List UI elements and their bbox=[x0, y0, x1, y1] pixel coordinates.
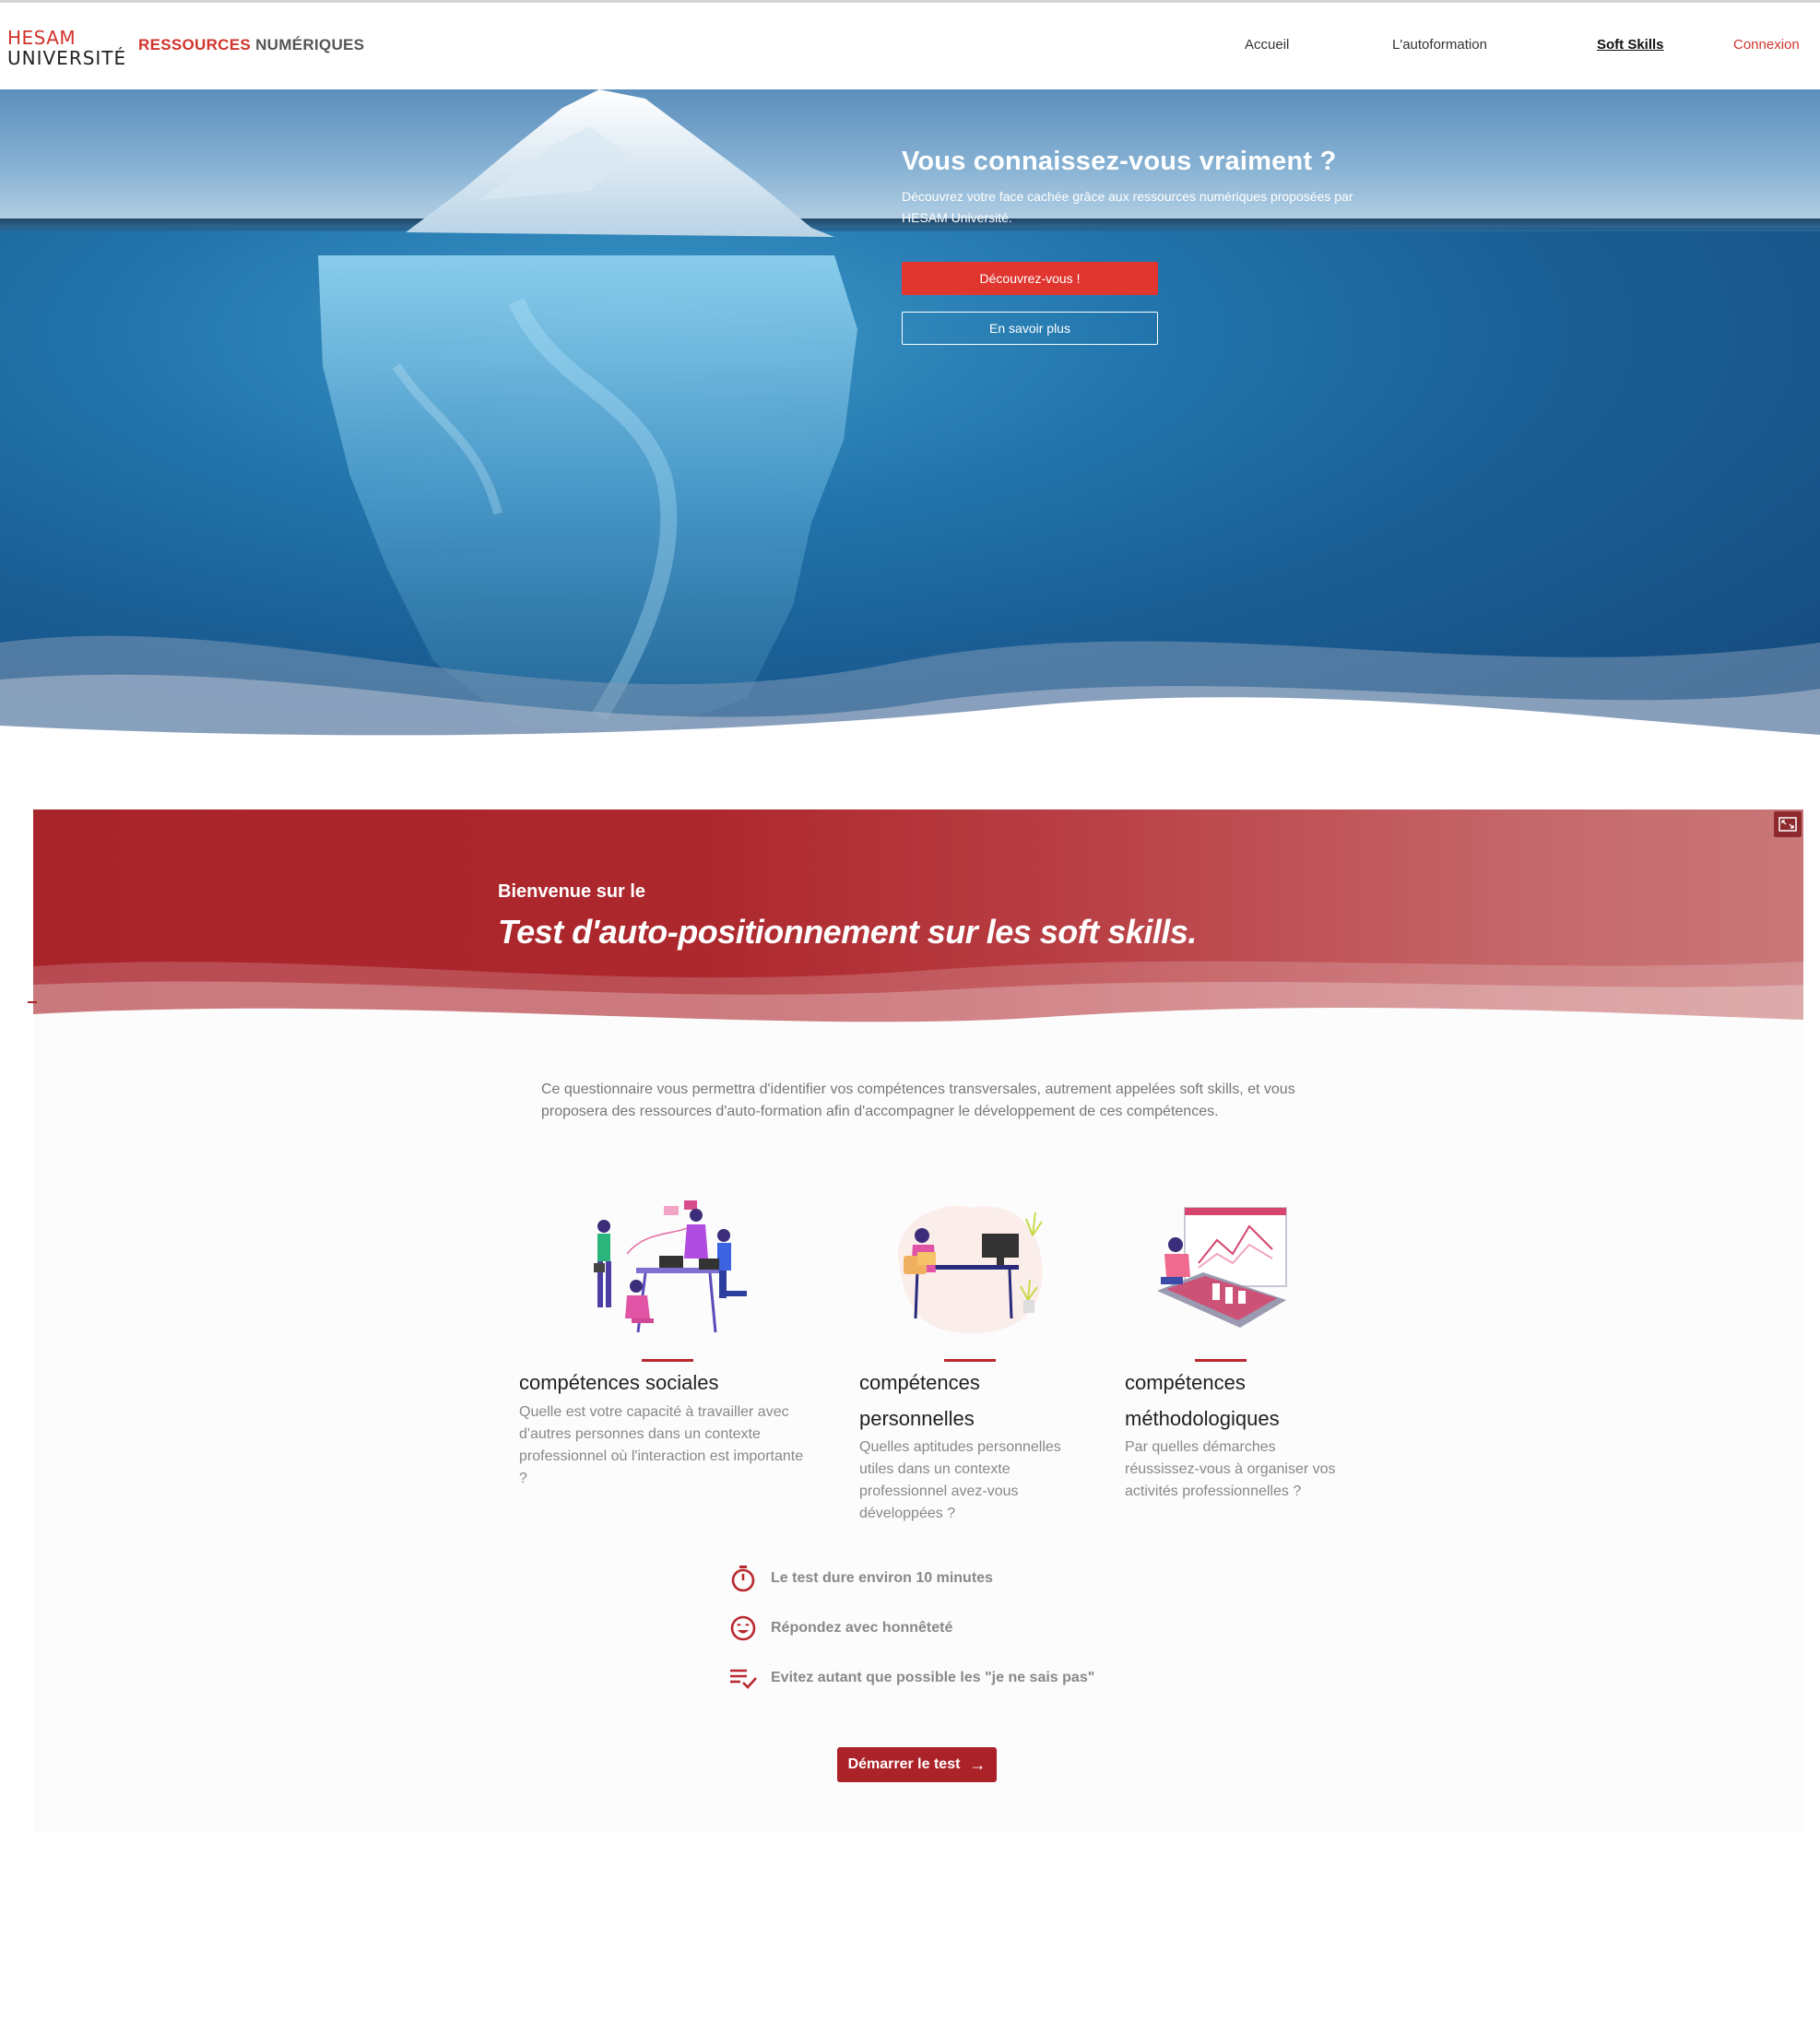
nav-autoformation[interactable]: L'autoformation bbox=[1392, 37, 1487, 53]
desk-illustration-icon bbox=[897, 1206, 1043, 1334]
site-brand[interactable]: RESSOURCES NUMÉRIQUES bbox=[138, 36, 364, 54]
rule-avoid-unknown: Evitez autant que possible les "je ne sa… bbox=[728, 1661, 1094, 1695]
hero-text: Vous connaissez-vous vraiment ? Découvre… bbox=[902, 147, 1418, 229]
skill-desc-personal: Quelles aptitudes personnelles utiles da… bbox=[859, 1439, 1061, 1521]
skill-title-personal: compétences personnelles bbox=[859, 1371, 980, 1430]
arrow-right-icon: → bbox=[969, 1755, 987, 1774]
analytics-illustration-icon bbox=[1157, 1207, 1287, 1328]
brand-word-1: RESSOURCES bbox=[138, 36, 252, 53]
quiz-intro: Ce questionnaire vous permettra d'identi… bbox=[541, 1081, 1295, 1119]
nav-accueil[interactable]: Accueil bbox=[1245, 37, 1289, 53]
rule-text-honesty: Répondez avec honnêteté bbox=[771, 1620, 953, 1636]
start-test-button[interactable]: Démarrer le test → bbox=[837, 1747, 997, 1782]
skill-divider-1 bbox=[642, 1359, 693, 1362]
team-illustration-icon bbox=[594, 1200, 747, 1333]
discover-button[interactable]: Découvrez-vous ! bbox=[902, 262, 1158, 295]
skill-title-social: compétences sociales bbox=[519, 1371, 719, 1394]
hero-section: Vous connaissez-vous vraiment ? Découvre… bbox=[0, 89, 1820, 753]
skill-desc-methodological: Par quelles démarches réussissez-vous à … bbox=[1125, 1439, 1336, 1499]
fullscreen-icon[interactable] bbox=[1774, 811, 1802, 837]
banner-welcome: Bienvenue sur le bbox=[498, 881, 646, 902]
hero-subtitle: Découvrez votre face cachée grâce aux re… bbox=[902, 189, 1353, 225]
rule-honesty: Répondez avec honnêteté bbox=[728, 1612, 952, 1645]
nav-soft-skills[interactable]: Soft Skills bbox=[1597, 37, 1664, 53]
hero-title: Vous connaissez-vous vraiment ? bbox=[902, 147, 1337, 176]
learn-more-button[interactable]: En savoir plus bbox=[902, 312, 1158, 345]
skill-desc-social: Quelle est votre capacité à travailler a… bbox=[519, 1404, 804, 1486]
skill-title-methodological: compétences méthodologiques bbox=[1125, 1371, 1280, 1430]
rule-duration: Le test dure environ 10 minutes bbox=[728, 1562, 993, 1595]
smiley-icon bbox=[728, 1613, 758, 1643]
hesam-logo[interactable]: HESAM UNIVERSITÉ bbox=[7, 29, 126, 67]
skill-divider-2 bbox=[944, 1359, 996, 1362]
banner-title: Test d'auto-positionnement sur les soft … bbox=[498, 913, 1197, 951]
timer-icon bbox=[728, 1564, 758, 1593]
logo-line-1: HESAM bbox=[7, 27, 77, 49]
nav-connexion[interactable]: Connexion bbox=[1733, 37, 1800, 53]
banner-edge-mark bbox=[28, 1001, 37, 1003]
brand-word-2: NUMÉRIQUES bbox=[255, 36, 365, 53]
rule-text-avoid-unknown: Evitez autant que possible les "je ne sa… bbox=[771, 1670, 1095, 1685]
logo-line-2: UNIVERSITÉ bbox=[7, 47, 127, 69]
start-test-label: Démarrer le test bbox=[847, 1756, 961, 1772]
site-header: HESAM UNIVERSITÉ RESSOURCES NUMÉRIQUES A… bbox=[0, 3, 1820, 89]
checklist-icon bbox=[728, 1663, 758, 1693]
rule-text-duration: Le test dure environ 10 minutes bbox=[771, 1570, 993, 1586]
skill-divider-3 bbox=[1195, 1359, 1247, 1362]
